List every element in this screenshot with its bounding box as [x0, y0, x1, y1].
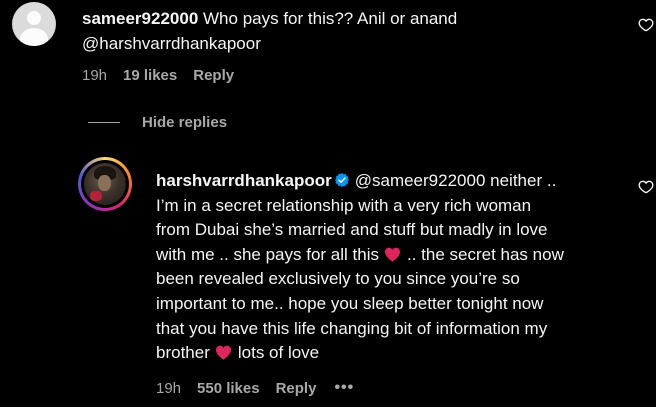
reply-text-segment: brother	[156, 343, 210, 363]
more-options-icon[interactable]: •••	[334, 379, 354, 397]
comment-mention[interactable]: @harshvarrdhankapoor	[82, 34, 261, 53]
reply-text-segment: from Dubai she’s married and stuff but m…	[156, 220, 548, 240]
reply-likes[interactable]: 550 likes	[197, 380, 260, 397]
reply-time[interactable]: 19h	[156, 380, 181, 397]
comment-likes[interactable]: 19 likes	[123, 67, 177, 84]
reply-text-segment: I’m in a secret relationship with a very…	[156, 195, 532, 215]
heart-outline-icon[interactable]	[638, 17, 654, 33]
hide-replies-divider	[88, 122, 120, 123]
red-heart-emoji	[384, 247, 400, 262]
reply-mention[interactable]: @sameer922000	[355, 171, 486, 190]
avatar-photo	[84, 163, 126, 205]
default-avatar[interactable]	[12, 2, 56, 46]
reply-text-segment: been revealed exclusively to you since y…	[156, 269, 520, 289]
reply-text-segment: with me .. she pays for all this	[156, 244, 379, 264]
reply-text-segment: neither ..	[490, 171, 557, 190]
comment-meta: 19h 19 likes Reply	[82, 67, 234, 84]
reply-reply-button[interactable]: Reply	[276, 380, 317, 397]
comment-username[interactable]: sameer922000	[82, 9, 198, 28]
reply-text-segment: .. the secret has now	[406, 244, 564, 264]
reply-text-segment: lots of love	[237, 343, 320, 363]
avatar-accent-shape	[90, 191, 102, 201]
red-heart-emoji	[215, 345, 231, 360]
reply-text-block: harshvarrdhankapoor @sameer922000 neither…	[156, 169, 626, 366]
hide-replies-label: Hide replies	[142, 114, 228, 131]
avatar-head-shape	[27, 11, 41, 25]
reply-text-segment: important to me.. hope you sleep better …	[156, 293, 544, 313]
hide-replies-button[interactable]: Hide replies	[88, 114, 227, 131]
comment-body-line1: Who pays for this?? Anil or anand	[203, 9, 458, 28]
comment-reply-button[interactable]: Reply	[193, 67, 234, 84]
avatar-face-shape	[98, 175, 111, 191]
reply-avatar[interactable]	[78, 157, 132, 211]
avatar-shoulders-shape	[20, 28, 48, 46]
verified-badge-icon	[334, 173, 349, 187]
heart-outline-icon[interactable]	[638, 179, 654, 195]
reply-text-segment: that you have this life changing bit of …	[156, 318, 548, 338]
reply-username[interactable]: harshvarrdhankapoor	[156, 171, 332, 190]
comment-text-block: sameer922000 Who pays for this?? Anil or…	[82, 6, 622, 56]
comment-time[interactable]: 19h	[82, 67, 107, 84]
reply-meta: 19h 550 likes Reply •••	[156, 379, 354, 397]
